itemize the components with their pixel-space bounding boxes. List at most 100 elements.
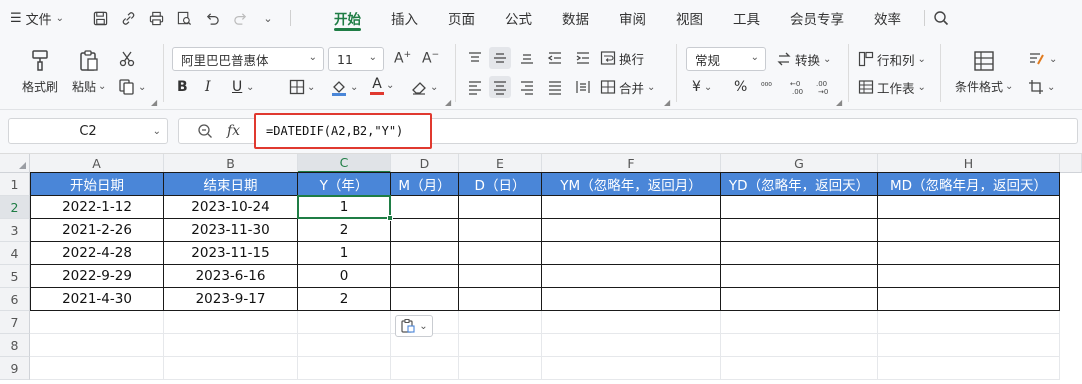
table-cell[interactable] [459, 242, 542, 265]
cut-icon[interactable] [118, 50, 136, 71]
tab-tools[interactable]: 工具 [718, 0, 775, 36]
empty-cell[interactable] [542, 357, 721, 380]
table-cell[interactable]: 2021-2-26 [30, 219, 164, 242]
decrease-font-size-icon[interactable]: A− [422, 50, 439, 67]
table-cell[interactable]: 0 [298, 265, 391, 288]
row-header[interactable]: 9 [0, 357, 30, 380]
paste-button[interactable]: 粘贴 ⌄ [72, 48, 106, 95]
cell-style-button[interactable]: ⌄ [1028, 48, 1057, 70]
table-cell[interactable]: 1 [298, 242, 391, 265]
table-cell[interactable]: 2022-4-28 [30, 242, 164, 265]
table-cell[interactable] [721, 219, 878, 242]
empty-cell[interactable] [30, 357, 164, 380]
table-cell[interactable] [459, 219, 542, 242]
undo-icon[interactable] [204, 10, 220, 26]
file-menu[interactable]: ☰ 文件 ⌄ [0, 0, 86, 36]
empty-cell[interactable] [164, 357, 298, 380]
empty-cell[interactable] [298, 311, 391, 334]
header-cell[interactable]: M（月） [391, 172, 459, 196]
empty-cell[interactable] [542, 334, 721, 357]
convert-button[interactable]: 转换 ⌄ [776, 48, 831, 70]
bold-button[interactable]: B [177, 79, 188, 95]
table-cell[interactable] [878, 196, 1060, 219]
align-middle-button[interactable] [489, 47, 511, 69]
column-header[interactable]: F [542, 154, 721, 173]
dialog-launcher-icon[interactable]: ◢ [445, 98, 451, 107]
conditional-format-button[interactable]: 条件格式 ⌄ [955, 48, 1013, 95]
empty-cell[interactable] [878, 334, 1060, 357]
column-header[interactable]: H [878, 154, 1060, 173]
header-cell[interactable]: 开始日期 [30, 172, 164, 196]
empty-cell[interactable] [459, 357, 542, 380]
column-header[interactable]: B [164, 154, 298, 173]
table-cell[interactable] [391, 265, 459, 288]
table-cell[interactable] [721, 242, 878, 265]
table-cell[interactable] [459, 196, 542, 219]
table-cell[interactable]: 2021-4-30 [30, 288, 164, 311]
table-cell[interactable] [391, 288, 459, 311]
header-cell[interactable]: YM（忽略年，返回月） [542, 172, 721, 196]
header-cell[interactable]: 结束日期 [164, 172, 298, 196]
table-cell[interactable] [391, 219, 459, 242]
table-cell[interactable]: 2023-9-17 [164, 288, 298, 311]
empty-cell[interactable] [878, 311, 1060, 334]
align-top-button[interactable] [464, 47, 486, 69]
row-header[interactable]: 7 [0, 311, 30, 334]
column-header[interactable]: G [721, 154, 878, 173]
dialog-launcher-icon[interactable]: ◢ [836, 98, 842, 107]
dialog-launcher-icon[interactable]: ◢ [151, 98, 157, 107]
save-icon[interactable] [92, 10, 108, 26]
justify-button[interactable] [544, 76, 566, 98]
row-header[interactable]: 1 [0, 173, 30, 196]
wrap-text-button[interactable]: 换行 [600, 47, 644, 69]
border-button[interactable]: ⌄ [289, 79, 315, 95]
print-preview-icon[interactable] [176, 10, 192, 26]
table-cell[interactable] [391, 196, 459, 219]
fill-color-button[interactable]: ⌄ [330, 78, 358, 96]
table-cell[interactable]: 2023-11-15 [164, 242, 298, 265]
row-header[interactable]: 2 [0, 196, 30, 219]
table-cell[interactable] [542, 219, 721, 242]
empty-cell[interactable] [721, 311, 878, 334]
tab-efficiency[interactable]: 效率 [859, 0, 916, 36]
empty-cell[interactable] [164, 334, 298, 357]
empty-cell[interactable] [459, 334, 542, 357]
clear-format-button[interactable]: ⌄ [410, 78, 438, 96]
empty-cell[interactable] [878, 357, 1060, 380]
header-cell[interactable]: YD（忽略年，返回天） [721, 172, 878, 196]
empty-cell[interactable] [721, 357, 878, 380]
link-icon[interactable] [120, 10, 136, 26]
tab-page[interactable]: 页面 [433, 0, 490, 36]
select-all-button[interactable] [0, 154, 30, 173]
align-center-button[interactable] [489, 76, 511, 98]
header-cell[interactable]: MD（忽略年月，返回天） [878, 172, 1060, 196]
empty-cell[interactable] [298, 357, 391, 380]
table-cell[interactable] [391, 242, 459, 265]
empty-cell[interactable] [164, 311, 298, 334]
decrease-decimal-button[interactable]: .00 →0 [816, 76, 834, 98]
table-cell[interactable]: 2023-11-30 [164, 219, 298, 242]
header-cell[interactable]: D（日） [459, 172, 542, 196]
redo-icon[interactable] [232, 10, 248, 26]
distributed-align-button[interactable] [572, 76, 594, 98]
row-header[interactable]: 6 [0, 288, 30, 311]
table-cell[interactable]: 1 [298, 196, 391, 219]
worksheet-button[interactable]: 工作表 ⌄ [858, 76, 926, 98]
table-cell[interactable] [542, 265, 721, 288]
search-icon[interactable] [933, 10, 949, 26]
thousands-separator-button[interactable]: ⁰⁰⁰ [761, 76, 772, 98]
empty-cell[interactable] [542, 311, 721, 334]
font-color-button[interactable]: A ⌄ [370, 76, 394, 95]
table-cell[interactable]: 2023-6-16 [164, 265, 298, 288]
column-header[interactable]: E [459, 154, 542, 173]
table-cell[interactable] [721, 196, 878, 219]
empty-cell[interactable] [391, 334, 459, 357]
empty-cell[interactable] [30, 334, 164, 357]
increase-indent-button[interactable] [572, 47, 594, 69]
table-cell[interactable]: 2023-10-24 [164, 196, 298, 219]
empty-cell[interactable] [721, 334, 878, 357]
align-bottom-button[interactable] [516, 47, 538, 69]
tab-member[interactable]: 会员专享 [775, 0, 859, 36]
table-cell[interactable] [721, 288, 878, 311]
font-name-dropdown[interactable]: 阿里巴巴普惠体 ⌄ [172, 47, 324, 71]
